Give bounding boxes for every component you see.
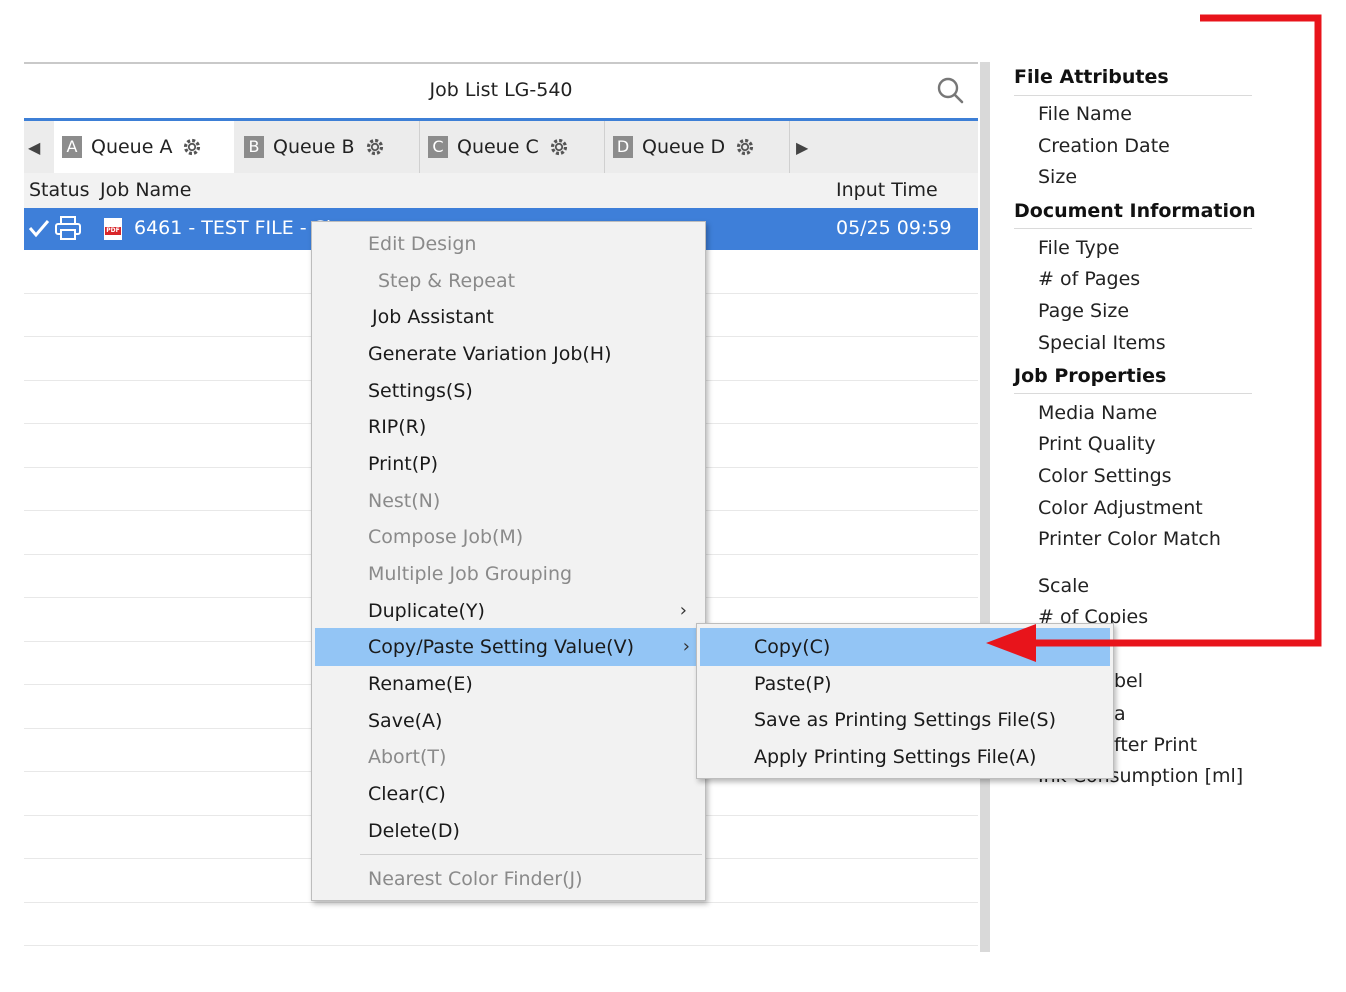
queue-tab-strip: ◀ A Queue A B Queue B C Queue C D Queue … [24,121,978,173]
attr-file-type[interactable]: File Type [1038,237,1119,259]
column-status[interactable]: Status [29,179,90,201]
tab-queue-a[interactable]: A Queue A [54,121,234,173]
submenu-item-paste[interactable]: Paste(P) [697,666,1113,702]
menu-item-copy-paste-setting-value[interactable]: Copy/Paste Setting Value(V) › [315,628,696,666]
menu-item-multiple-job-grouping[interactable]: Multiple Job Grouping [312,556,705,592]
gear-icon[interactable] [735,137,755,157]
attr-page-size[interactable]: Page Size [1038,300,1129,322]
tab-label: Queue B [273,136,355,158]
chevron-right-icon: › [682,636,690,657]
submenu-item-apply-printing-settings[interactable]: Apply Printing Settings File(A) [697,739,1113,775]
attr-num-pages[interactable]: # of Pages [1038,268,1140,290]
section-job-properties: Job Properties [1014,365,1167,387]
menu-item-compose-job[interactable]: Compose Job(M) [312,519,705,555]
tab-label: Queue C [457,136,539,158]
menu-item-job-assistant[interactable]: Job Assistant [312,299,705,335]
menu-item-duplicate[interactable]: Duplicate(Y) › [312,593,705,629]
attr-media-name[interactable]: Media Name [1038,402,1157,424]
queue-letter-badge: A [62,136,82,158]
column-header-row: Status Job Name Input Time [24,173,978,209]
column-input-time[interactable]: Input Time [836,179,938,201]
submenu-item-copy[interactable]: Copy(C) [700,628,1110,666]
search-icon[interactable] [936,76,964,104]
tab-scroll-right-icon[interactable]: ▶ [796,121,808,173]
tab-label: Queue A [91,136,173,158]
menu-item-step-repeat[interactable]: Step & Repeat [312,263,705,299]
attr-file-name[interactable]: File Name [1038,103,1132,125]
section-document-information: Document Information [1014,200,1256,222]
menu-item-clear[interactable]: Clear(C) [312,776,705,812]
attr-print-quality[interactable]: Print Quality [1038,433,1156,455]
copy-paste-submenu: Copy(C) Paste(P) Save as Printing Settin… [696,623,1114,779]
menu-separator [360,854,702,855]
pdf-file-icon: PDF [104,218,122,240]
pdf-badge: PDF [105,227,121,235]
tab-queue-b[interactable]: B Queue B [236,121,419,173]
attr-printer-color-match[interactable]: Printer Color Match [1038,528,1221,550]
menu-item-settings[interactable]: Settings(S) [312,373,705,409]
menu-item-save[interactable]: Save(A) [312,703,705,739]
menu-item-delete[interactable]: Delete(D) [312,813,705,849]
panel-splitter[interactable] [980,62,990,952]
queue-letter-badge: C [428,136,448,158]
menu-item-abort[interactable]: Abort(T) [312,739,705,775]
submenu-item-save-printing-settings[interactable]: Save as Printing Settings File(S) [697,702,1113,738]
menu-item-rename[interactable]: Rename(E) [312,666,705,702]
menu-item-print[interactable]: Print(P) [312,446,705,482]
gear-icon[interactable] [182,137,202,157]
menu-item-nest[interactable]: Nest(N) [312,483,705,519]
menu-item-rip[interactable]: RIP(R) [312,409,705,445]
menu-item-nearest-color-finder[interactable]: Nearest Color Finder(J) [312,861,705,897]
tab-queue-c[interactable]: C Queue C [420,121,604,173]
menu-item-edit-design[interactable]: Edit Design [312,226,705,262]
section-file-attributes: File Attributes [1014,66,1169,88]
menu-item-generate-variation-job[interactable]: Generate Variation Job(H) [312,336,705,372]
queue-letter-badge: B [244,136,264,158]
printer-status-icon [55,216,81,240]
attr-color-settings[interactable]: Color Settings [1038,465,1172,487]
attr-partial-label[interactable]: bel [1114,670,1143,692]
attr-partial-a[interactable]: a [1114,703,1126,725]
gear-icon[interactable] [365,137,385,157]
tab-queue-d[interactable]: D Queue D [605,121,789,173]
chevron-right-icon: › [679,600,687,621]
tab-scroll-left-icon[interactable]: ◀ [28,121,40,173]
column-job-name[interactable]: Job Name [100,179,191,201]
queue-letter-badge: D [613,136,633,158]
gear-icon[interactable] [549,137,569,157]
attr-creation-date[interactable]: Creation Date [1038,135,1170,157]
checkmark-icon [28,220,50,238]
attr-scale[interactable]: Scale [1038,575,1089,597]
attr-color-adjustment[interactable]: Color Adjustment [1038,497,1203,519]
attr-size[interactable]: Size [1038,166,1077,188]
context-menu: Edit Design Step & Repeat Job Assistant … [311,221,706,901]
input-time-cell: 05/25 09:59 [836,217,952,239]
attr-partial-after-print[interactable]: fter Print [1114,734,1197,756]
job-list-title: Job List LG-540 [429,79,573,101]
tab-label: Queue D [642,136,726,158]
job-name-cell: 6461 - TEST FILE - Cl [134,217,332,239]
attr-special-items[interactable]: Special Items [1038,332,1166,354]
job-list-title-bar: Job List LG-540 [24,64,978,121]
